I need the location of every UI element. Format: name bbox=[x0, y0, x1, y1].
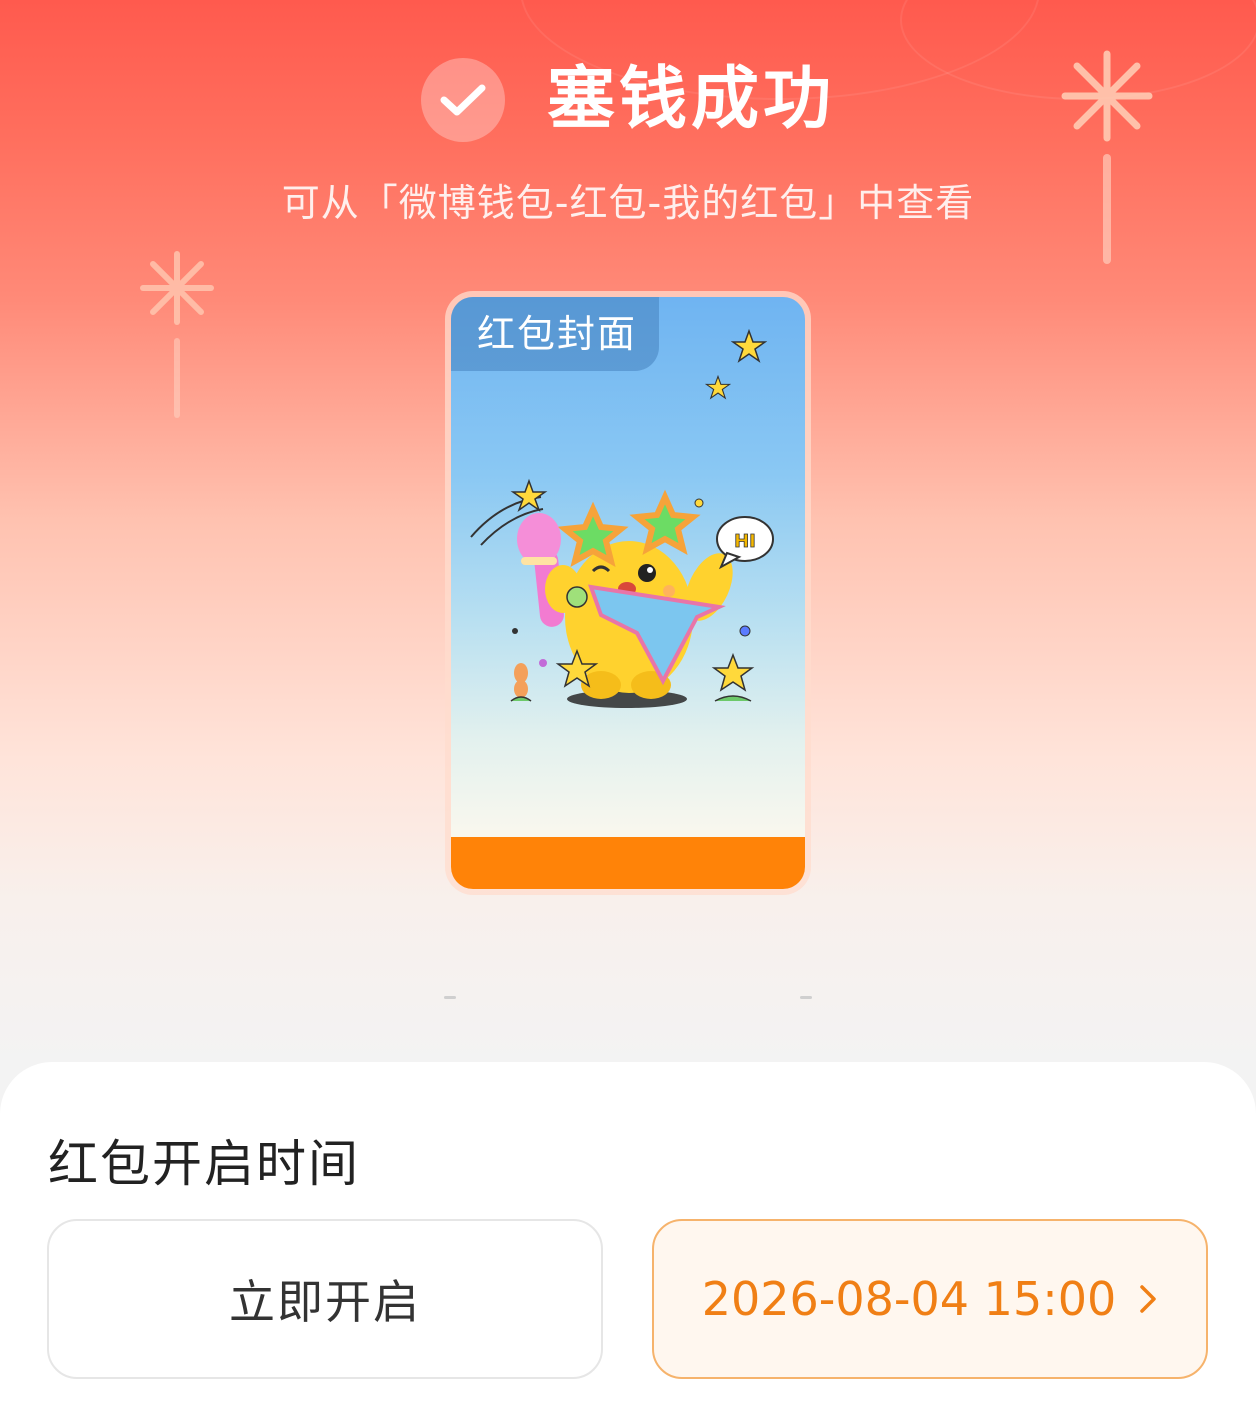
success-check-badge bbox=[420, 58, 505, 142]
star-icon bbox=[731, 329, 767, 363]
speech-bubble-text: HI bbox=[734, 531, 756, 552]
chevron-right-icon bbox=[1138, 1283, 1158, 1315]
mascot-illustration: HI bbox=[470, 478, 774, 708]
check-icon bbox=[440, 84, 486, 116]
scheduled-time-button[interactable]: 2026-08-04 15:00 bbox=[652, 1219, 1208, 1379]
pager-indicator bbox=[0, 996, 1256, 1004]
open-time-title: 红包开启时间 bbox=[48, 1135, 360, 1193]
pager-dot bbox=[444, 996, 456, 999]
cover-card-frame[interactable]: HI 红包封面 bbox=[445, 291, 811, 895]
page-subtitle: 可从「微博钱包-红包-我的红包」中查看 bbox=[281, 181, 975, 225]
open-now-label: 立即开启 bbox=[229, 1275, 421, 1329]
star-icon bbox=[705, 375, 731, 400]
red-packet-cover-card[interactable]: HI 红包封面 bbox=[451, 297, 805, 889]
open-time-panel: 红包开启时间 立即开启 2026-08-04 15:00 bbox=[0, 1062, 1256, 1414]
firework-decoration bbox=[140, 251, 214, 418]
pager-dot bbox=[800, 996, 812, 999]
page-title: 塞钱成功 bbox=[546, 60, 835, 139]
success-header: 塞钱成功 bbox=[0, 58, 1256, 142]
open-now-button[interactable]: 立即开启 bbox=[47, 1219, 603, 1379]
cover-footer-bar bbox=[451, 837, 805, 889]
success-screen: 塞钱成功 可从「微博钱包-红包-我的红包」中查看 HI 红包封面 红包开启时间 … bbox=[0, 0, 1256, 1414]
scheduled-time-label: 2026-08-04 15:00 bbox=[701, 1272, 1117, 1326]
cover-tag-label: 红包封面 bbox=[451, 297, 659, 371]
